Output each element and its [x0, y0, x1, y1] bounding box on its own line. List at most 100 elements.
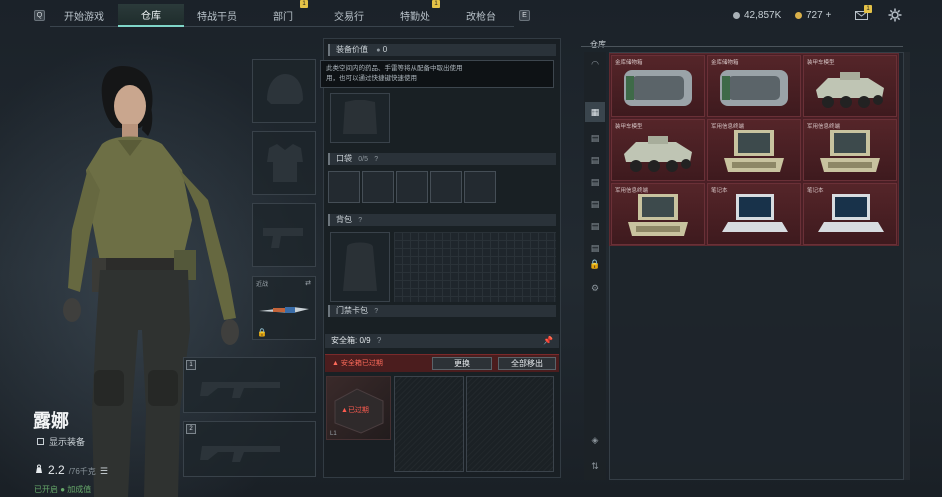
tab-locked[interactable]: 🔒	[585, 254, 605, 274]
tab-gunsmith[interactable]: 改枪台	[448, 4, 514, 27]
pocket-slot[interactable]	[396, 171, 428, 203]
tab-start-game[interactable]: 开始游戏	[50, 4, 118, 27]
replace-button[interactable]: 更换	[432, 357, 492, 370]
tab-department[interactable]: 部门 1	[250, 0, 316, 27]
primary-weapon-slot-2[interactable]: 2	[183, 421, 316, 477]
item-laptop[interactable]: 笔记本	[707, 183, 801, 245]
list-icon[interactable]: ☰	[100, 466, 108, 477]
mail-button[interactable]: 1	[855, 5, 872, 20]
tab-category[interactable]: ▤	[585, 216, 605, 236]
mail-badge: 1	[864, 5, 872, 13]
helmet-icon	[267, 74, 303, 104]
pocket-slot[interactable]	[362, 171, 394, 203]
item-label: 军用信息终端	[615, 188, 649, 194]
item-armored-vehicle-model[interactable]: 装甲车模型	[611, 119, 705, 181]
weight-icon	[36, 464, 42, 473]
pocket-slot[interactable]	[464, 171, 496, 203]
notification-badge: 1	[432, 0, 440, 8]
armor-slot[interactable]	[252, 131, 316, 195]
show-gear-toggle[interactable]: 显示装备	[37, 435, 85, 448]
warehouse-title: 仓库	[590, 40, 606, 49]
grid-icon: ▤	[590, 242, 600, 253]
layers-icon: ◈	[591, 434, 599, 445]
silver-amount: 42,857K	[744, 10, 782, 21]
sort-button[interactable]: ⇅	[585, 456, 605, 476]
tab-special-service[interactable]: 特勤处 1	[382, 0, 448, 27]
tab-helmet-filter[interactable]: ◠	[585, 54, 605, 74]
gold-currency[interactable]: 727 +	[795, 10, 831, 21]
safe-box-header: 安全箱: 0/9 ? 📌	[325, 334, 559, 348]
backpack-icon	[343, 242, 377, 291]
safe-box-alert-text: ▲ 安全箱已过期	[332, 358, 383, 368]
item-armored-vehicle-model[interactable]: 装甲车模型	[803, 55, 897, 117]
grid-icon: ▤	[590, 220, 600, 231]
swap-icon[interactable]: ⇄	[305, 279, 311, 287]
weight-total: /76千克	[68, 467, 96, 476]
gold-amount: 727 +	[806, 10, 832, 21]
help-icon[interactable]: ?	[358, 217, 362, 224]
stack-button[interactable]: ◈	[585, 430, 605, 450]
tab-category[interactable]: ▤	[585, 150, 605, 170]
equipment-value: 0	[382, 45, 388, 54]
item-laptop[interactable]: 笔记本	[803, 183, 897, 245]
pocket-slot[interactable]	[430, 171, 462, 203]
help-icon[interactable]: ?	[374, 308, 378, 315]
item-vault-container[interactable]: 金库储物箱	[611, 55, 705, 117]
tab-category[interactable]: ▤	[585, 194, 605, 214]
item-vault-container[interactable]: 金库储物箱	[707, 55, 801, 117]
tab-label: 仓库	[141, 11, 161, 22]
helmet-slot[interactable]	[252, 59, 316, 123]
primary-weapon-slot-1[interactable]: 1	[183, 357, 316, 413]
slot-number: 2	[186, 424, 196, 434]
rifle-icon	[200, 446, 280, 462]
help-icon[interactable]: ?	[374, 156, 378, 163]
bonus-hint: 已开启 ● 加成值	[34, 485, 92, 494]
help-icon[interactable]: ?	[377, 336, 381, 345]
safe-box-label: 安全箱: 0/9	[331, 336, 371, 345]
tab-operators[interactable]: 特战干员	[184, 4, 250, 27]
vest-icon	[343, 100, 377, 134]
pocket-slot[interactable]	[328, 171, 360, 203]
notification-badge: 1	[300, 0, 308, 8]
show-gear-label: 显示装备	[49, 437, 86, 447]
tab-category[interactable]: ▤	[585, 128, 605, 148]
tooltip-text: 用，也可以通过快捷键快速使用	[326, 75, 417, 82]
safe-box-grid[interactable]	[466, 376, 554, 472]
chest-rig-slot[interactable]	[330, 93, 390, 143]
backpack-slot[interactable]	[330, 232, 390, 302]
item-military-terminal[interactable]: 军用信息终端	[707, 119, 801, 181]
settings-button[interactable]	[888, 8, 902, 25]
backpack-header: 背包 ?	[328, 214, 556, 226]
tab-settings[interactable]: ⚙	[585, 278, 605, 298]
item-label: 笔记本	[807, 188, 824, 194]
slot-number: 1	[186, 360, 196, 370]
tab-warehouse[interactable]: 仓库	[118, 4, 184, 27]
warehouse-scrollbar[interactable]	[904, 52, 910, 480]
tooltip-text: 此类空间内的药品、手雷等将从配备中取出使用	[326, 65, 463, 72]
weight-value: 2.2	[48, 463, 65, 477]
prev-tab-key[interactable]: Q	[34, 10, 45, 21]
grid-icon: ▦	[590, 106, 600, 117]
pockets-count: 0/5	[358, 156, 368, 163]
backpack-grid[interactable]	[394, 232, 556, 302]
melee-slot[interactable]: 近战 ⇄ 🔒	[252, 276, 316, 340]
sidearm-slot[interactable]	[252, 203, 316, 267]
tab-all-items[interactable]: ▦	[585, 102, 605, 122]
next-tab-key[interactable]: E	[519, 10, 530, 21]
pockets-header: 口袋 0/5 ?	[328, 153, 556, 165]
tab-category[interactable]: ▤	[585, 172, 605, 192]
tab-trade[interactable]: 交易行	[316, 4, 382, 27]
safe-box-grid[interactable]	[394, 376, 464, 472]
pistol-icon	[263, 228, 303, 248]
keycard-header: 门禁卡包 ?	[328, 305, 556, 317]
safe-box-item[interactable]: ▲已过期 L1	[326, 376, 391, 440]
item-military-terminal[interactable]: 军用信息终端	[611, 183, 705, 245]
checkbox-icon	[37, 438, 44, 445]
remove-all-button[interactable]: 全部移出	[498, 357, 556, 370]
item-label: 装甲车模型	[807, 60, 835, 66]
grid-icon: ▤	[590, 132, 600, 143]
tab-label: 特战干员	[197, 12, 237, 23]
pin-icon[interactable]: 📌	[543, 334, 553, 348]
item-military-terminal[interactable]: 军用信息终端	[803, 119, 897, 181]
grid-icon: ▤	[590, 198, 600, 209]
